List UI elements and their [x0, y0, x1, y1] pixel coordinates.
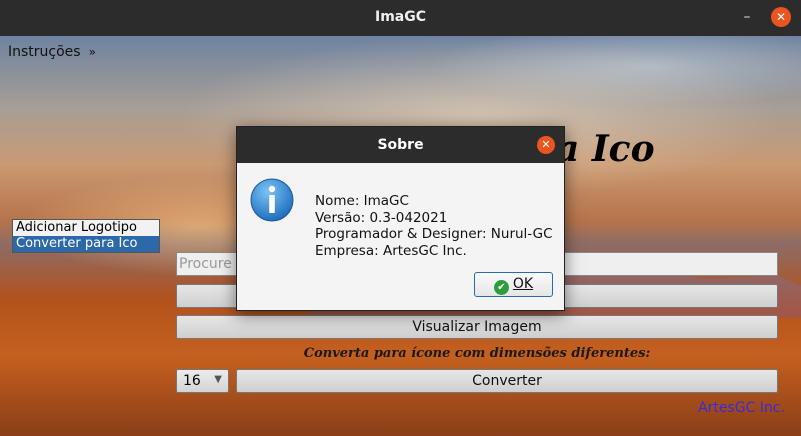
window-title: ImaGC — [374, 9, 426, 25]
about-text: Nome: ImaGC Versão: 0.3-042021 Programad… — [315, 193, 553, 259]
dialog-close-button[interactable]: ✕ — [537, 136, 555, 154]
brand-label: ArtesGC Inc. — [698, 400, 785, 416]
menu-more-icon[interactable]: » — [89, 45, 96, 59]
ok-label: OK — [512, 276, 534, 292]
list-item-converter-para-ico[interactable]: Converter para Ico — [13, 236, 159, 252]
about-dialog: Sobre ✕ Nome: ImaGC Versão: 0.3-042021 P… — [236, 126, 565, 311]
dialog-titlebar: Sobre ✕ — [237, 127, 564, 163]
minimize-button[interactable]: – — [740, 9, 754, 27]
close-button[interactable]: ✕ — [771, 7, 791, 27]
size-select-value: 16 — [183, 373, 201, 389]
info-icon — [250, 178, 294, 222]
about-company: Empresa: ArtesGC Inc. — [315, 242, 467, 259]
convert-subtitle: Converta para ícone com dimensões difere… — [303, 346, 651, 361]
chevron-down-icon: ▼ — [214, 374, 222, 385]
about-version: Versão: 0.3-042021 — [315, 209, 448, 226]
window-titlebar: ImaGC – ✕ — [0, 0, 801, 36]
visualize-image-button[interactable]: Visualizar Imagem — [176, 315, 778, 339]
about-developer: Programador & Designer: Nurul-GC — [315, 226, 553, 242]
about-name: Nome: ImaGC — [315, 193, 409, 209]
checkmark-icon: ✔ — [493, 280, 509, 295]
size-select[interactable]: 16 ▼ — [176, 369, 229, 393]
mode-list: Adicionar Logotipo Converter para Ico — [12, 219, 160, 253]
menu-instrucoes[interactable]: Instruções — [8, 44, 81, 60]
ok-button[interactable]: ✔ OK — [474, 272, 553, 297]
dialog-title: Sobre — [377, 137, 424, 153]
list-item-adicionar-logotipo[interactable]: Adicionar Logotipo — [13, 220, 159, 236]
convert-button[interactable]: Converter — [236, 369, 778, 393]
menubar: Instruções » — [8, 44, 96, 60]
